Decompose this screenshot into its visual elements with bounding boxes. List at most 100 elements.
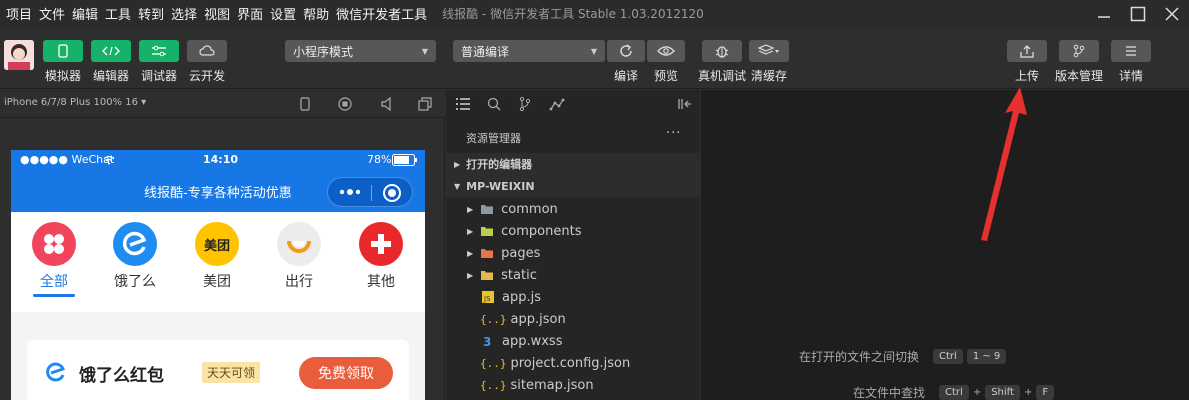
tree-item-label: static — [501, 267, 537, 283]
device-select[interactable]: iPhone 6/7/8 Plus 100% 16 ▾ — [4, 97, 146, 108]
debugger-toggle[interactable]: 调试器 — [139, 40, 179, 84]
section-open-editors[interactable]: ▶ 打开的编辑器 — [446, 153, 700, 175]
close-button[interactable] — [1155, 0, 1189, 27]
menu-project[interactable]: 项目 — [6, 4, 32, 23]
explorer-pane: 资源管理器 ··· ▶ 打开的编辑器 ▼ MP-WEIXIN ▶ common … — [446, 90, 700, 400]
editor-toggle[interactable]: 编辑器 — [91, 40, 131, 84]
menu-edit[interactable]: 编辑 — [72, 4, 98, 23]
search-icon[interactable] — [487, 97, 501, 111]
simulator-button[interactable] — [43, 40, 83, 62]
tree-folder-static[interactable]: ▶ static — [446, 264, 700, 286]
minimize-button[interactable] — [1087, 0, 1121, 27]
section-label: 打开的编辑器 — [466, 158, 533, 171]
mode-select[interactable]: 小程序模式 ▼ — [285, 40, 436, 62]
tree-item-label: app.js — [502, 289, 541, 305]
folder-icon — [481, 271, 494, 280]
tree-file-app-json[interactable]: {..} app.json — [446, 308, 700, 330]
preview-control[interactable]: 预览 — [647, 40, 685, 84]
graph-icon[interactable] — [549, 97, 565, 111]
more-dots-icon[interactable] — [338, 186, 362, 198]
tree-file-app-js[interactable]: JS app.js — [446, 286, 700, 308]
tree-item-label: app.wxss — [502, 333, 563, 349]
menu-help[interactable]: 帮助 — [303, 4, 329, 23]
remote-debug-button[interactable] — [702, 40, 742, 62]
clear-cache-control[interactable]: 清缓存 — [749, 40, 789, 84]
avatar[interactable] — [4, 40, 34, 70]
details-button[interactable] — [1111, 40, 1151, 62]
claim-button[interactable]: 免费领取 — [299, 357, 393, 389]
tree-folder-pages[interactable]: ▶ pages — [446, 242, 700, 264]
menu-select[interactable]: 选择 — [171, 4, 197, 23]
details-control[interactable]: 详情 — [1111, 40, 1151, 84]
phone-icon[interactable] — [300, 97, 310, 111]
section-project[interactable]: ▼ MP-WEIXIN — [446, 175, 700, 197]
branch-icon — [1073, 44, 1085, 58]
explorer-activity-bar — [446, 90, 700, 118]
menu-interface[interactable]: 界面 — [237, 4, 263, 23]
remote-debug-label: 真机调试 — [698, 69, 747, 83]
details-label: 详情 — [1118, 69, 1143, 83]
compile-button[interactable] — [607, 40, 645, 62]
tree-file-project-config[interactable]: {..} project.config.json — [446, 352, 700, 374]
cloud-toggle[interactable]: 云开发 — [187, 40, 227, 84]
bug-icon — [715, 46, 729, 58]
record-icon[interactable] — [338, 97, 352, 111]
menu-settings[interactable]: 设置 — [270, 4, 296, 23]
annotation-arrow — [981, 87, 1027, 241]
cloud-button[interactable] — [187, 40, 227, 62]
phone-icon — [58, 44, 68, 58]
chevron-right-icon: ▶ — [467, 270, 474, 280]
category-label: 出行 — [285, 274, 313, 290]
upload-control[interactable]: 上传 — [1007, 40, 1047, 84]
cloud-label: 云开发 — [188, 69, 225, 83]
chevron-right-icon: ▶ — [467, 226, 474, 236]
branch-icon[interactable] — [519, 97, 531, 111]
simulator-pane: iPhone 6/7/8 Plus 100% 16 ▾ ●●●●● WeChat… — [0, 90, 445, 400]
capsule-menu[interactable] — [327, 177, 413, 207]
compile-select-value: 普通编译 — [461, 44, 510, 59]
tree-file-sitemap[interactable]: {..} sitemap.json — [446, 374, 700, 396]
version-control[interactable]: 版本管理 — [1055, 40, 1103, 84]
menu-icon — [1126, 46, 1136, 56]
list-icon[interactable] — [456, 98, 470, 110]
remote-debug-control[interactable]: 真机调试 — [698, 40, 746, 84]
clock-text: 14:10 — [203, 153, 239, 166]
preview-button[interactable] — [647, 40, 685, 62]
compile-select[interactable]: 普通编译 ▼ — [453, 40, 605, 62]
compile-control[interactable]: 编译 — [607, 40, 645, 84]
shortcut-hint: 在文件中查找 Ctrl + Shift + F — [853, 384, 1055, 400]
meituan-icon: 美团 — [195, 222, 239, 266]
category-eleme[interactable]: 饿了么 — [105, 222, 165, 291]
collapse-panel-icon[interactable] — [678, 98, 692, 110]
category-all[interactable]: 全部 — [24, 222, 84, 297]
maximize-button[interactable] — [1121, 0, 1155, 27]
category-meituan[interactable]: 美团 美团 — [187, 222, 247, 291]
category-travel[interactable]: 出行 — [269, 222, 329, 291]
menu-devtools[interactable]: 微信开发者工具 — [336, 4, 427, 23]
speaker-icon[interactable] — [380, 97, 392, 111]
category-label: 美团 — [203, 274, 231, 290]
debugger-label: 调试器 — [140, 69, 177, 83]
menu-goto[interactable]: 转到 — [138, 4, 164, 23]
chevron-down-icon: ▼ — [590, 46, 597, 56]
version-button[interactable] — [1059, 40, 1099, 62]
upload-button[interactable] — [1007, 40, 1047, 62]
debugger-button[interactable] — [139, 40, 179, 62]
simulator-toggle[interactable]: 模拟器 — [43, 40, 83, 84]
tree-file-app-wxss[interactable]: 3 app.wxss — [446, 330, 700, 352]
window-icon[interactable] — [418, 97, 432, 111]
category-other[interactable]: 其他 — [351, 222, 411, 291]
eye-icon — [657, 46, 675, 56]
eleme-icon — [113, 222, 157, 266]
tree-folder-components[interactable]: ▶ components — [446, 220, 700, 242]
menu-view[interactable]: 视图 — [204, 4, 230, 23]
tree-folder-common[interactable]: ▶ common — [446, 198, 700, 220]
menu-tools[interactable]: 工具 — [105, 4, 131, 23]
menu-file[interactable]: 文件 — [39, 4, 65, 23]
editor-button[interactable] — [91, 40, 131, 62]
clear-cache-button[interactable] — [749, 40, 789, 62]
key-cap: Shift — [985, 385, 1020, 400]
json-file-icon: {..} — [480, 356, 507, 370]
close-target-icon[interactable] — [382, 183, 402, 203]
more-icon[interactable]: ··· — [666, 126, 681, 141]
